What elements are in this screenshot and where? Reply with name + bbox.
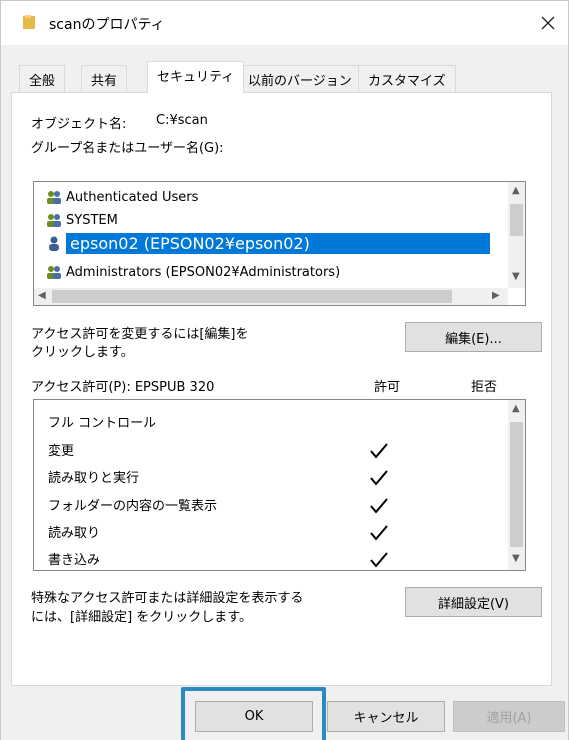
list-item[interactable]: SYSTEM — [46, 209, 118, 231]
permission-row: 書き込み — [34, 545, 510, 570]
deny-header: 拒否 — [471, 380, 498, 395]
permission-name: 書き込み — [48, 553, 101, 568]
scroll-left-icon[interactable]: ◀ — [38, 290, 46, 301]
advanced-hint-line2: には、[詳細設定] をクリックします。 — [31, 610, 252, 625]
folder-icon — [23, 15, 35, 29]
close-icon — [541, 16, 555, 30]
scroll-thumb[interactable] — [52, 290, 452, 303]
permission-name: 変更 — [48, 444, 75, 459]
allow-header: 許可 — [374, 380, 401, 395]
check-icon — [370, 552, 388, 568]
edit-button[interactable]: 編集(E)... — [405, 322, 542, 352]
group-name: Authenticated Users — [66, 189, 199, 205]
permissions-list[interactable]: フル コントロール 変更 読み取りと実行 フォルダーの内容の一覧表示 読み取り … — [33, 399, 526, 571]
properties-dialog: scanのプロパティ 全般 共有 セキュリティ 以前のバージョン カスタマイズ … — [0, 0, 569, 740]
user-group-icon — [47, 266, 61, 279]
tab-customize[interactable]: カスタマイズ — [358, 65, 456, 92]
list-item-selected[interactable]: epson02 (EPSON02¥epson02) — [46, 232, 490, 254]
permission-name: フル コントロール — [48, 416, 157, 431]
permission-name: フォルダーの内容の一覧表示 — [48, 499, 218, 514]
check-icon — [370, 470, 388, 486]
window-title: scanのプロパティ — [49, 17, 165, 33]
title-bar: scanのプロパティ — [1, 1, 568, 45]
permissions-label: アクセス許可(P): EPSPUB 320 — [31, 380, 215, 395]
group-list[interactable]: Authenticated Users SYSTEM epson02 (EPSO… — [33, 181, 526, 306]
tab-previous-versions[interactable]: 以前のバージョン — [238, 65, 362, 92]
scroll-up-icon[interactable]: ▲ — [512, 185, 520, 196]
advanced-hint: 特殊なアクセス許可または詳細設定を表示する — [31, 591, 304, 606]
check-icon — [370, 443, 388, 459]
tab-general[interactable]: 全般 — [19, 65, 66, 92]
scroll-down-icon[interactable]: ▼ — [512, 271, 520, 282]
group-label: グループ名またはユーザー名(G): — [31, 141, 224, 156]
permission-name: 読み取りと実行 — [48, 471, 140, 486]
vertical-scrollbar[interactable]: ▲ ▼ — [508, 400, 525, 570]
user-icon — [49, 236, 59, 251]
permission-row: 読み取り — [34, 518, 510, 544]
apply-button[interactable]: 適用(A) — [453, 701, 565, 732]
permission-row: フォルダーの内容の一覧表示 — [34, 491, 510, 517]
object-name-value: C:¥scan — [156, 113, 208, 128]
group-name: SYSTEM — [66, 212, 118, 228]
scroll-thumb[interactable] — [510, 422, 523, 547]
check-icon — [370, 498, 388, 514]
close-button[interactable] — [531, 7, 565, 39]
check-icon — [370, 525, 388, 541]
group-name: epson02 (EPSON02¥epson02) — [66, 232, 490, 254]
horizontal-scrollbar[interactable]: ◀ ▶ — [34, 288, 508, 305]
scroll-up-icon[interactable]: ▲ — [512, 403, 520, 414]
edit-hint: アクセス許可を変更するには[編集]を — [31, 327, 249, 342]
group-name: Administrators (EPSON02¥Administrators) — [66, 264, 341, 280]
permission-name: 読み取り — [48, 526, 101, 541]
user-group-icon — [47, 214, 61, 227]
user-group-icon — [47, 191, 61, 204]
tab-sharing[interactable]: 共有 — [81, 65, 128, 92]
edit-hint-line2: クリックします。 — [31, 345, 134, 360]
list-item[interactable]: Administrators (EPSON02¥Administrators) — [46, 261, 340, 283]
permission-row: フル コントロール — [34, 408, 510, 434]
permission-row: 読み取りと実行 — [34, 463, 510, 489]
list-item[interactable]: Authenticated Users — [46, 186, 198, 208]
scroll-down-icon[interactable]: ▼ — [512, 553, 520, 564]
scroll-right-icon[interactable]: ▶ — [492, 290, 500, 301]
tab-security[interactable]: セキュリティ — [147, 61, 245, 93]
advanced-button[interactable]: 詳細設定(V) — [405, 587, 542, 617]
permission-row: 変更 — [34, 436, 510, 462]
cancel-button[interactable]: キャンセル — [327, 701, 445, 732]
ok-highlight-frame — [181, 687, 326, 740]
object-name-label: オブジェクト名: — [31, 117, 127, 132]
scroll-thumb[interactable] — [510, 204, 523, 236]
vertical-scrollbar[interactable]: ▲ ▼ — [508, 182, 525, 288]
